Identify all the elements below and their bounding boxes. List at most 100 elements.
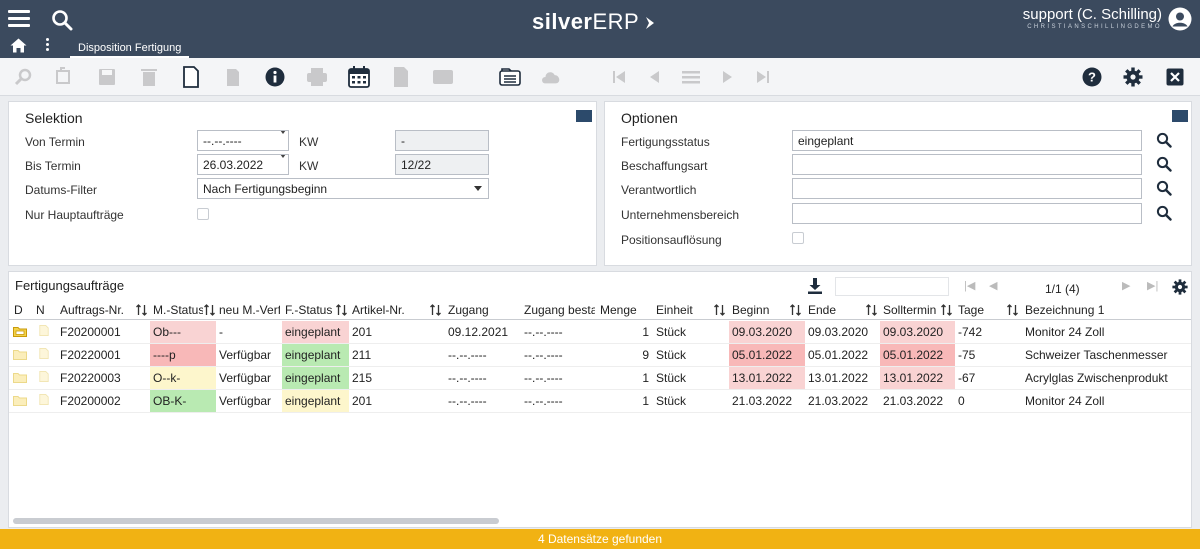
first-page-icon[interactable] (608, 66, 630, 88)
search-icon[interactable] (1156, 132, 1172, 148)
gear-icon[interactable] (1122, 66, 1144, 88)
search-icon[interactable] (50, 8, 74, 32)
col-solltermin[interactable]: Solltermin (880, 300, 938, 320)
note-icon[interactable] (37, 325, 51, 336)
col-einheit[interactable]: Einheit (653, 300, 711, 320)
grid-settings-icon[interactable] (1172, 279, 1188, 295)
col-ende[interactable]: Ende (805, 300, 863, 320)
sort-icon[interactable] (204, 304, 215, 316)
tab-disposition-fertigung[interactable]: Disposition Fertigung (70, 40, 190, 58)
list-icon[interactable] (499, 66, 521, 88)
col-n[interactable]: N (33, 300, 55, 320)
sort-icon[interactable] (430, 304, 441, 316)
bis-termin-field[interactable]: 26.03.2022 (197, 154, 289, 175)
cloud-icon[interactable] (540, 66, 562, 88)
folder-icon[interactable] (13, 326, 27, 337)
panel-toggle-icon[interactable] (576, 110, 592, 122)
menu-icon[interactable] (680, 66, 702, 88)
cell-ende: 05.01.2022 (808, 348, 869, 362)
note-icon[interactable] (37, 348, 51, 359)
unternehmensbereich-field[interactable] (792, 203, 1142, 224)
datums-filter-select[interactable]: Nach Fertigungsbeginn (197, 178, 489, 199)
horizontal-scrollbar[interactable] (13, 518, 499, 524)
col-beginn[interactable]: Beginn (729, 300, 787, 320)
col-tage[interactable]: Tage (955, 300, 1001, 320)
undo-icon[interactable] (52, 66, 74, 88)
col-menge[interactable]: Menge (597, 300, 639, 320)
sort-icon[interactable] (1007, 304, 1018, 316)
panel-toggle-icon[interactable] (1172, 110, 1188, 122)
sort-icon[interactable] (136, 304, 147, 316)
col-auftrags-nr[interactable]: Auftrags-Nr. (57, 300, 135, 320)
note-icon[interactable] (37, 371, 51, 382)
table-row[interactable]: F20220001 ----p Verfügbar eingeplant 211 --.-… (9, 344, 1191, 367)
note-icon[interactable] (37, 394, 51, 405)
next-icon[interactable]: ▶ (1122, 279, 1130, 292)
folder-icon[interactable] (13, 395, 27, 406)
copy-icon[interactable] (222, 66, 244, 88)
col-f-status[interactable]: F.-Status (282, 300, 335, 320)
grid-search-input[interactable] (835, 277, 949, 296)
next-icon[interactable] (716, 66, 738, 88)
von-termin-field[interactable]: --.--.---- (197, 130, 289, 151)
delete-icon[interactable] (138, 66, 160, 88)
verantwortlich-label: Verantwortlich (621, 183, 697, 197)
menu-icon[interactable] (8, 10, 30, 28)
table-row[interactable]: F20200001 Ob--- - eingeplant 201 09.12.2021 --… (9, 321, 1191, 344)
col-bezeichnung-1[interactable]: Bezeichnung 1 (1022, 300, 1182, 320)
user-info[interactable]: support (C. Schilling) CHRISTIANSCHILLIN… (1023, 6, 1162, 30)
sort-icon[interactable] (866, 304, 877, 316)
first-page-icon[interactable]: |◀ (964, 279, 975, 292)
close-icon[interactable] (1164, 66, 1186, 88)
cell-solltermin: 05.01.2022 (880, 344, 955, 366)
home-icon[interactable] (10, 38, 27, 53)
search-icon[interactable] (1156, 156, 1172, 172)
col-artikel-nr[interactable]: Artikel-Nr. (349, 300, 427, 320)
col-neu-m-verf[interactable]: neu M.-Verf. (216, 300, 280, 320)
user-avatar-icon[interactable] (1168, 7, 1192, 31)
col-d[interactable]: D (11, 300, 31, 320)
sort-icon[interactable] (714, 304, 725, 316)
search-icon[interactable] (12, 66, 34, 88)
fertigungsstatus-field[interactable]: eingeplant (792, 130, 1142, 151)
previous-icon[interactable]: ◀ (989, 279, 997, 292)
verantwortlich-field[interactable] (792, 178, 1142, 199)
sort-icon[interactable] (941, 304, 952, 316)
grid-header: D N Auftrags-Nr. M.-Status neu M.-Verf. … (9, 300, 1191, 320)
date-dropdown-icon[interactable] (280, 155, 286, 158)
sort-icon[interactable] (336, 304, 347, 316)
sort-icon[interactable] (790, 304, 801, 316)
table-row[interactable]: F20200002 OB-K- Verfügbar eingeplant 201 --.-… (9, 390, 1191, 413)
search-icon[interactable] (1156, 180, 1172, 196)
calendar-icon[interactable] (348, 66, 370, 88)
chevron-down-icon[interactable] (474, 186, 482, 191)
table-row[interactable]: F20220003 O--k- Verfügbar eingeplant 215 --.-… (9, 367, 1191, 390)
col-zugang-besta[interactable]: Zugang besta (521, 300, 595, 320)
last-page-icon[interactable]: ▶| (1147, 279, 1158, 292)
search-icon[interactable] (1156, 205, 1172, 221)
col-zugang[interactable]: Zugang (445, 300, 519, 320)
document-icon[interactable] (390, 66, 412, 88)
beschaffungsart-field[interactable] (792, 154, 1142, 175)
cell-neu-m-verf: Verfügbar (219, 348, 272, 362)
print-icon[interactable] (306, 66, 328, 88)
email-icon[interactable] (432, 66, 454, 88)
folder-icon[interactable] (13, 372, 27, 383)
col-m-status[interactable]: M.-Status (150, 300, 203, 320)
previous-icon[interactable] (644, 66, 666, 88)
positionsaufloesung-checkbox[interactable] (792, 232, 804, 244)
app-logo: silverERP (532, 9, 657, 35)
download-icon[interactable] (808, 278, 822, 294)
cell-m-status: OB-K- (150, 390, 216, 412)
info-icon[interactable] (264, 66, 286, 88)
help-icon[interactable]: ? (1081, 66, 1103, 88)
last-page-icon[interactable] (752, 66, 774, 88)
optionen-title: Optionen (621, 110, 678, 126)
folder-icon[interactable] (13, 349, 27, 360)
save-icon[interactable] (96, 66, 118, 88)
fertigungsauftraege-grid: Fertigungsaufträge |◀ ◀ 1/1 (4) ▶ ▶| D N… (8, 271, 1192, 528)
date-dropdown-icon[interactable] (280, 131, 286, 134)
nur-hauptauftraege-checkbox[interactable] (197, 208, 209, 220)
new-document-icon[interactable] (180, 66, 202, 88)
more-options-icon[interactable] (45, 38, 51, 54)
